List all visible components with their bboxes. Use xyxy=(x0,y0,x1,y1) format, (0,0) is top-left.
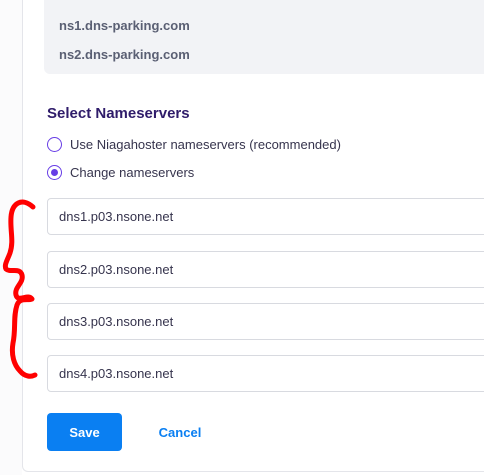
option-label: Change nameservers xyxy=(70,164,195,180)
nameserver-3-input[interactable] xyxy=(47,303,484,340)
radio-unselected-icon[interactable] xyxy=(47,136,62,152)
nameserver-2-input[interactable] xyxy=(47,251,484,288)
current-nameserver-1: ns1.dns-parking.com xyxy=(59,18,190,33)
cancel-button[interactable]: Cancel xyxy=(146,413,214,451)
option-change-nameservers[interactable]: Change nameservers xyxy=(47,163,194,181)
save-button[interactable]: Save xyxy=(47,413,122,451)
option-label: Use Niagahoster nameservers (recommended… xyxy=(70,136,341,152)
current-nameservers-panel: ns1.dns-parking.com ns2.dns-parking.com xyxy=(44,0,484,74)
current-nameserver-2: ns2.dns-parking.com xyxy=(59,47,190,62)
radio-selected-icon[interactable] xyxy=(47,164,62,180)
nameserver-1-input[interactable] xyxy=(47,198,484,235)
nameserver-settings-page: ns1.dns-parking.com ns2.dns-parking.com … xyxy=(0,0,484,475)
page-gutter xyxy=(0,0,22,475)
nameserver-4-input[interactable] xyxy=(47,355,484,392)
option-default-nameservers[interactable]: Use Niagahoster nameservers (recommended… xyxy=(47,135,341,153)
section-title: Select Nameservers xyxy=(47,105,190,122)
